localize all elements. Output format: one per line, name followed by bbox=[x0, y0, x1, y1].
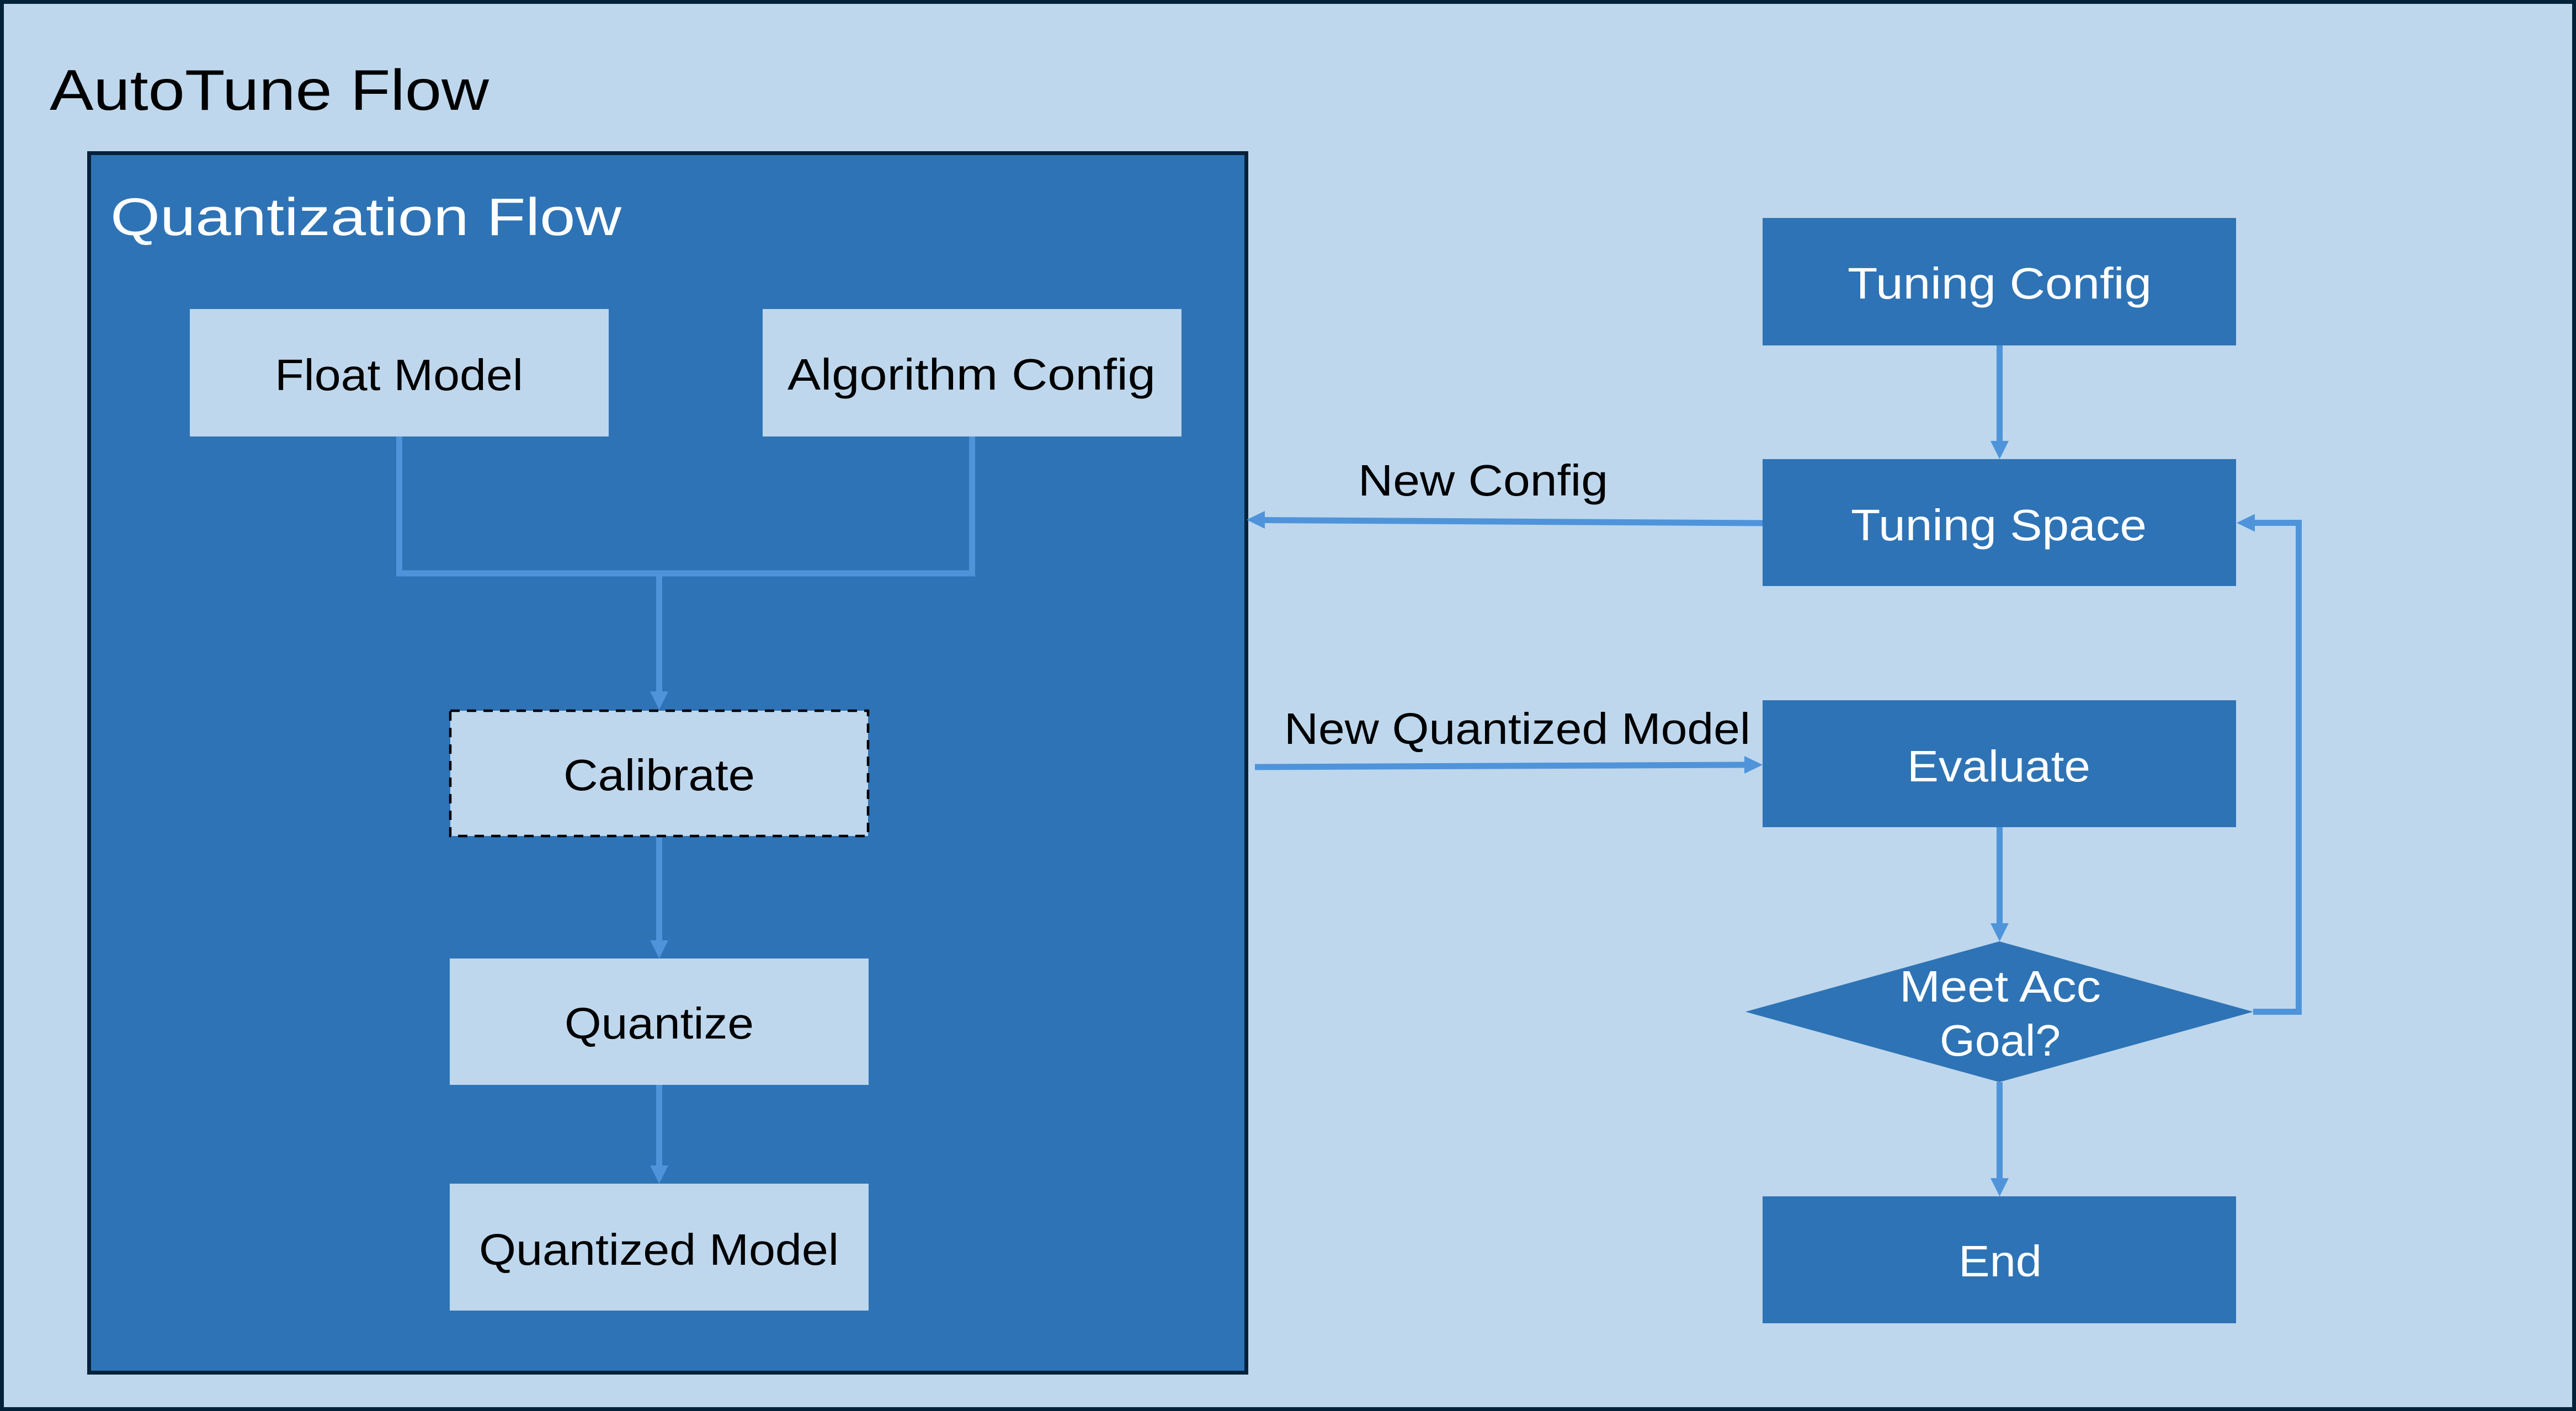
edge-label-new-config: New Config bbox=[1358, 456, 1608, 505]
quantized-model-label: Quantized Model bbox=[479, 1225, 839, 1274]
edge-label-new-quantized-model: New Quantized Model bbox=[1284, 704, 1750, 753]
tuning-space-label: Tuning Space bbox=[1851, 500, 2147, 550]
quantization-flow-group: Quantization Flow Float Model Algorithm … bbox=[87, 151, 1248, 1375]
node-algorithm-config[interactable]: Algorithm Config bbox=[763, 309, 1181, 436]
page-title: AutoTune Flow bbox=[50, 58, 489, 123]
evaluate-label: Evaluate bbox=[1907, 742, 2090, 791]
edge-new-quantized-model-line bbox=[1254, 762, 1747, 770]
edge-new-config-line bbox=[1262, 517, 1763, 526]
node-quantize[interactable]: Quantize bbox=[450, 959, 869, 1085]
autotune-flow-diagram: AutoTune Flow Quantization Flow Float Mo… bbox=[0, 0, 2576, 1411]
calibrate-label: Calibrate bbox=[563, 750, 755, 800]
node-evaluate[interactable]: Evaluate bbox=[1763, 700, 2236, 827]
decision-label-line1: Meet Acc bbox=[1899, 962, 2101, 1011]
node-calibrate[interactable]: Calibrate bbox=[449, 709, 870, 838]
decision-label-line2: Goal? bbox=[1940, 1016, 2061, 1065]
float-model-label: Float Model bbox=[275, 350, 523, 400]
end-label: End bbox=[1958, 1237, 2042, 1286]
tuning-config-label: Tuning Config bbox=[1848, 259, 2152, 308]
node-tuning-space[interactable]: Tuning Space bbox=[1763, 459, 2236, 586]
node-float-model[interactable]: Float Model bbox=[190, 309, 609, 436]
algorithm-config-label: Algorithm Config bbox=[787, 350, 1156, 399]
node-end[interactable]: End bbox=[1763, 1196, 2236, 1323]
quantization-flow-title: Quantization Flow bbox=[110, 188, 622, 247]
quantize-label: Quantize bbox=[565, 999, 754, 1048]
node-quantized-model[interactable]: Quantized Model bbox=[450, 1184, 869, 1311]
node-tuning-config[interactable]: Tuning Config bbox=[1763, 218, 2236, 345]
